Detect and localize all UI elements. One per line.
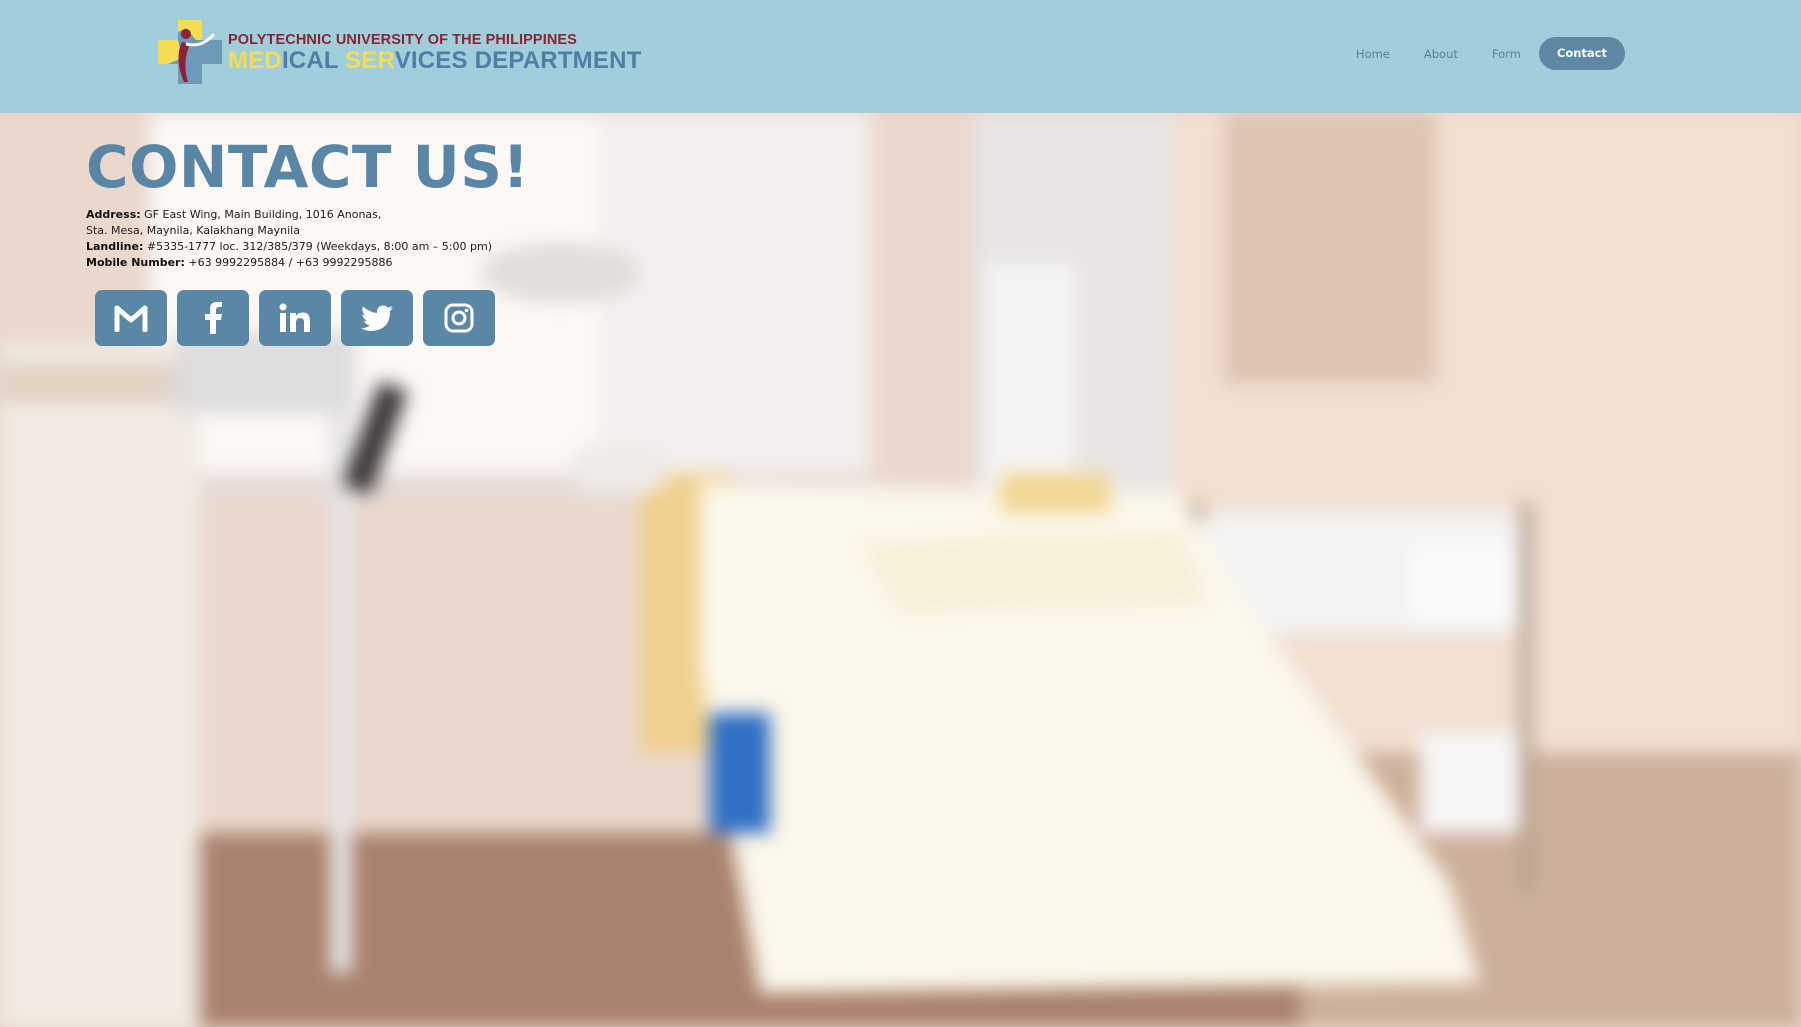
logo-department-name: MEDICAL SERVICES DEPARTMENT bbox=[228, 48, 641, 74]
main-nav: Home About Form Contact bbox=[1322, 37, 1625, 70]
address-line-1: Address: GF East Wing, Main Building, 10… bbox=[86, 207, 530, 223]
contact-section: CONTACT US! Address: GF East Wing, Main … bbox=[86, 131, 530, 271]
twitter-icon bbox=[361, 305, 393, 331]
linkedin-button[interactable] bbox=[259, 290, 331, 346]
address-line-2: Sta. Mesa, Maynila, Kalakhang Maynila bbox=[86, 224, 300, 237]
page-title: CONTACT US! bbox=[86, 133, 530, 201]
facebook-button[interactable] bbox=[177, 290, 249, 346]
nav-about[interactable]: About bbox=[1424, 47, 1458, 61]
social-links bbox=[95, 290, 505, 346]
facebook-icon bbox=[205, 302, 222, 334]
landline-label: Landline: bbox=[86, 240, 144, 253]
twitter-button[interactable] bbox=[341, 290, 413, 346]
mobile-label: Mobile Number: bbox=[86, 256, 185, 269]
instagram-icon bbox=[444, 303, 474, 333]
mobile-line: Mobile Number: +63 9992295884 / +63 9992… bbox=[86, 255, 530, 271]
logo-text: POLYTECHNIC UNIVERSITY OF THE PHILIPPINE… bbox=[228, 32, 641, 74]
landline-line: Landline: #5335-1777 loc. 312/385/379 (W… bbox=[86, 239, 530, 255]
gmail-icon bbox=[114, 305, 148, 332]
nav-form[interactable]: Form bbox=[1492, 47, 1521, 61]
address-value-1: GF East Wing, Main Building, 1016 Anonas… bbox=[144, 208, 382, 221]
nav-contact[interactable]: Contact bbox=[1538, 37, 1625, 70]
logo-part-ical: ICAL bbox=[281, 47, 346, 74]
logo-university-name: POLYTECHNIC UNIVERSITY OF THE PHILIPPINE… bbox=[228, 32, 577, 48]
landline-value: #5335-1777 loc. 312/385/379 (Weekdays, 8… bbox=[146, 240, 492, 253]
gmail-button[interactable] bbox=[95, 290, 167, 346]
site-header: POLYTECHNIC UNIVERSITY OF THE PHILIPPINE… bbox=[0, 0, 1801, 113]
logo-part-ser: SER bbox=[345, 47, 395, 74]
logo-part-vices-department: VICES DEPARTMENT bbox=[394, 47, 642, 74]
address-label: Address: bbox=[86, 208, 141, 221]
linkedin-icon bbox=[279, 303, 310, 332]
contact-info: Address: GF East Wing, Main Building, 10… bbox=[86, 207, 530, 271]
pup-medical-logo-icon[interactable] bbox=[156, 18, 226, 86]
logo-part-med: MED bbox=[228, 47, 282, 74]
mobile-value: +63 9992295884 / +63 9992295886 bbox=[188, 256, 393, 269]
instagram-button[interactable] bbox=[423, 290, 495, 346]
nav-home[interactable]: Home bbox=[1356, 47, 1390, 61]
